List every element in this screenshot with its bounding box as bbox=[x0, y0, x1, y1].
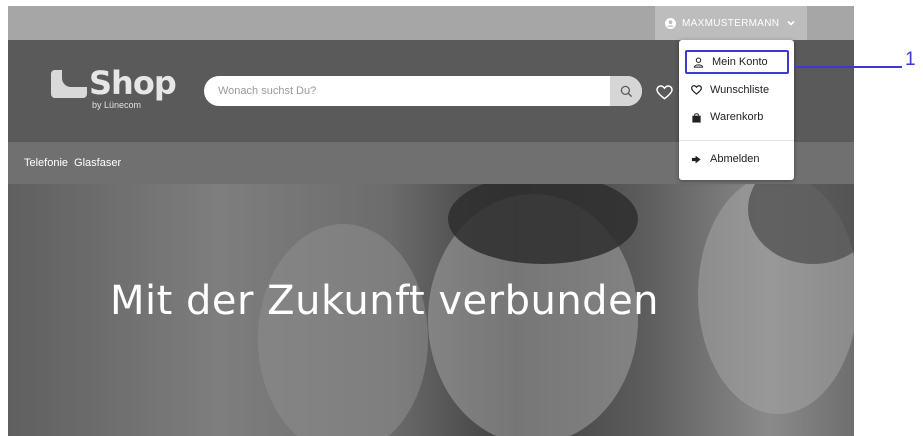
search-icon bbox=[620, 85, 633, 98]
account-dropdown: Mein Konto Wunschliste Warenkorb Abmelde… bbox=[679, 40, 794, 180]
logo-subtitle: by Lünecom bbox=[92, 100, 142, 110]
top-bar: MAXMUSTERMANN bbox=[8, 6, 854, 40]
dropdown-label-warenkorb: Warenkorb bbox=[710, 111, 764, 123]
logo-title: Shop bbox=[89, 64, 177, 102]
chevron-down-icon bbox=[787, 20, 795, 26]
username-label: MAXMUSTERMANN bbox=[682, 17, 780, 29]
dropdown-divider bbox=[679, 140, 794, 141]
hero-banner: Mit der Zukunft verbunden bbox=[8, 184, 854, 436]
dropdown-label-wunschliste: Wunschliste bbox=[710, 84, 770, 96]
wishlist-header-button[interactable] bbox=[654, 83, 674, 101]
nav-item-telefonie[interactable]: Telefonie bbox=[24, 157, 68, 169]
user-icon bbox=[693, 57, 704, 68]
dropdown-item-abmelden[interactable]: Abmelden bbox=[679, 147, 794, 171]
shop-logo[interactable]: Shop by Lünecom bbox=[51, 64, 177, 110]
search-bar bbox=[204, 76, 642, 106]
logo-mark-icon bbox=[51, 70, 87, 98]
nav-item-glasfaser[interactable]: Glasfaser bbox=[74, 157, 121, 169]
search-input[interactable] bbox=[218, 83, 598, 99]
callout-line bbox=[794, 66, 902, 68]
callout-number: 1 bbox=[905, 49, 916, 70]
dropdown-item-warenkorb[interactable]: Warenkorb bbox=[679, 105, 794, 129]
hero-title: Mit der Zukunft verbunden bbox=[110, 278, 660, 324]
logout-icon bbox=[691, 154, 702, 165]
user-circle-icon bbox=[665, 17, 676, 29]
dropdown-label-mein-konto: Mein Konto bbox=[712, 56, 768, 68]
user-menu-toggle[interactable]: MAXMUSTERMANN bbox=[655, 6, 807, 40]
dropdown-label-abmelden: Abmelden bbox=[710, 153, 760, 165]
bag-icon bbox=[691, 112, 702, 123]
hero-photo-woman-left bbox=[258, 224, 428, 436]
heart-icon bbox=[655, 84, 673, 100]
heart-icon bbox=[691, 85, 702, 95]
dropdown-item-wunschliste[interactable]: Wunschliste bbox=[679, 78, 794, 102]
search-button[interactable] bbox=[610, 76, 642, 106]
dropdown-item-mein-konto[interactable]: Mein Konto bbox=[685, 50, 789, 74]
